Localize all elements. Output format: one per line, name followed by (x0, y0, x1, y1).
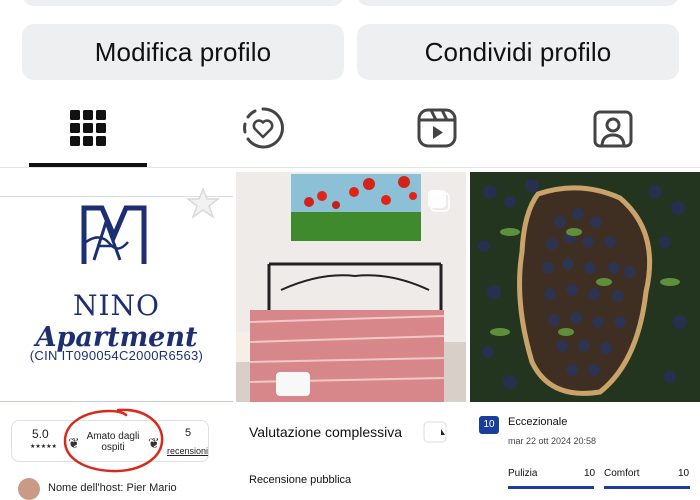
tab-grid[interactable] (29, 88, 147, 168)
metric-cleanliness-bar (508, 486, 594, 489)
share-profile-button[interactable]: Condividi profilo (357, 24, 679, 80)
edit-profile-button[interactable]: Modifica profilo (22, 24, 344, 80)
blueberries-illustration (470, 172, 700, 402)
review-label: Eccezionale (508, 416, 568, 428)
nino-logo-icon (81, 205, 147, 264)
heart-circle-icon (243, 107, 284, 149)
active-tab-indicator (29, 163, 147, 167)
post-bedroom[interactable]: Valutazione complessiva Recensione pubbl… (236, 172, 466, 500)
metric-cleanliness: Pulizia (508, 468, 538, 479)
post-nino-apartment[interactable]: NINO Apartment (CIN IT090054C2000R6563) … (0, 172, 233, 500)
host-name: Nome dell'host: Pier Mario (48, 482, 177, 494)
host-avatar (18, 478, 40, 500)
rating-score: 5.0 (32, 427, 49, 441)
top-pill-left[interactable] (22, 0, 344, 6)
metric-comfort-bar (604, 486, 690, 489)
top-strip (0, 0, 700, 8)
grid-icon (70, 110, 106, 146)
rating-stars: ★★★★★ (30, 444, 57, 450)
profile-tabs (0, 88, 700, 168)
tab-reels[interactable] (378, 88, 496, 168)
overall-rating-title: Valutazione complessiva (249, 424, 403, 440)
review-date: mar 22 ott 2024 20:58 (508, 436, 597, 446)
metric-comfort: Comfort (604, 468, 640, 479)
bookmark-star-icon[interactable] (186, 186, 220, 220)
blueberries-photo (470, 172, 700, 402)
reviews-count: 5 (185, 427, 192, 439)
reels-icon (417, 108, 457, 148)
review-score-badge: 10 (479, 416, 499, 434)
red-circle-annotation (63, 408, 164, 473)
metric-comfort-value: 10 (678, 468, 690, 479)
public-review-label: Recensione pubblica (249, 474, 352, 486)
top-pill-right[interactable] (357, 0, 679, 6)
expand-icon[interactable] (423, 421, 449, 443)
multi-post-icon (428, 190, 450, 212)
tagged-person-icon (593, 110, 633, 148)
metric-cleanliness-value: 10 (584, 468, 596, 479)
tab-tagged[interactable] (554, 88, 672, 168)
tab-highlights[interactable] (204, 88, 322, 168)
cin-code: (CIN IT090054C2000R6563) (29, 348, 204, 363)
brand-first: NINO (72, 289, 160, 322)
reviews-link[interactable]: recensioni (167, 446, 208, 456)
post-blueberries[interactable]: 10 Eccezionale mar 22 ott 2024 20:58 Pul… (470, 172, 700, 500)
profile-screen: Modifica profilo Condividi profilo NINO … (0, 0, 700, 500)
brand-name: NINO Apartment (0, 289, 233, 353)
